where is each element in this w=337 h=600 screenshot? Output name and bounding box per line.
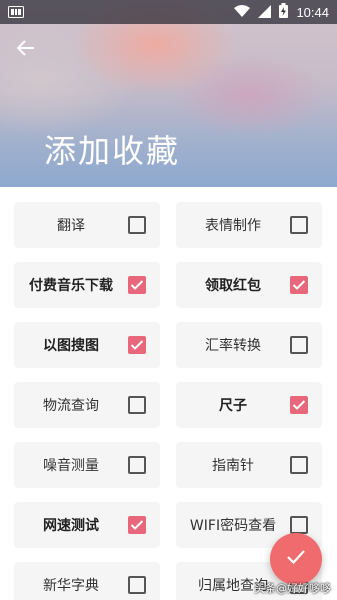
checkmark-icon: [292, 280, 306, 290]
page-title: 添加收藏: [44, 132, 181, 170]
wifi-icon: [234, 3, 251, 22]
confirm-button[interactable]: [270, 533, 322, 585]
checkbox-unchecked[interactable]: [128, 216, 146, 234]
checkbox-unchecked[interactable]: [290, 336, 308, 354]
favorite-item[interactable]: 物流查询: [14, 382, 160, 428]
favorite-item[interactable]: 以图搜图: [14, 322, 160, 368]
favorite-item[interactable]: 付费音乐下载: [14, 262, 160, 308]
favorite-item[interactable]: 表情制作: [176, 202, 322, 248]
favorite-item-label: 噪音测量: [43, 458, 99, 474]
signal-icon: [258, 3, 272, 22]
notification-icon: [8, 3, 24, 22]
checkbox-unchecked[interactable]: [290, 216, 308, 234]
checkmark-icon: [130, 280, 144, 290]
checkmark-icon: [292, 400, 306, 410]
favorite-item-label: 网速测试: [43, 518, 99, 534]
favorite-item[interactable]: 噪音测量: [14, 442, 160, 488]
favorite-item-label: 指南针: [212, 458, 254, 474]
checkbox-checked[interactable]: [128, 516, 146, 534]
favorite-item-label: 表情制作: [205, 218, 261, 234]
status-bar: 10:44: [0, 0, 337, 24]
favorite-item[interactable]: 领取红包: [176, 262, 322, 308]
favorite-item-label: 尺子: [219, 398, 247, 414]
checkmark-icon: [130, 520, 144, 530]
favorite-item[interactable]: 新华字典: [14, 562, 160, 600]
battery-charging-icon: [279, 2, 289, 22]
favorite-item-label: 新华字典: [43, 578, 99, 594]
checkmark-icon: [130, 340, 144, 350]
checkbox-unchecked[interactable]: [290, 456, 308, 474]
favorite-item[interactable]: 指南针: [176, 442, 322, 488]
favorite-item-label: 物流查询: [43, 398, 99, 414]
arrow-left-icon: [16, 40, 35, 60]
checkbox-checked[interactable]: [128, 276, 146, 294]
favorite-item[interactable]: 网速测试: [14, 502, 160, 548]
back-button[interactable]: [14, 38, 38, 62]
favorite-item-label: 翻译: [57, 218, 85, 234]
checkbox-unchecked[interactable]: [128, 456, 146, 474]
favorite-item[interactable]: 尺子: [176, 382, 322, 428]
favorite-item-label: 以图搜图: [43, 338, 99, 354]
watermark: 头条@好好哆哆: [254, 582, 331, 595]
status-time: 10:44: [296, 4, 329, 20]
checkbox-unchecked[interactable]: [290, 516, 308, 534]
favorite-item-label: 付费音乐下载: [29, 278, 113, 294]
favorite-item[interactable]: 翻译: [14, 202, 160, 248]
favorite-item-label: 汇率转换: [205, 338, 261, 354]
favorite-item-label: WIFI密码查看: [189, 518, 277, 534]
checkbox-checked[interactable]: [128, 336, 146, 354]
favorite-item-label: 领取红包: [205, 278, 261, 294]
checkbox-checked[interactable]: [290, 276, 308, 294]
checkbox-checked[interactable]: [290, 396, 308, 414]
checkbox-unchecked[interactable]: [128, 576, 146, 594]
checkbox-unchecked[interactable]: [128, 396, 146, 414]
header: 10:44 添加收藏: [0, 0, 337, 187]
favorite-item[interactable]: 汇率转换: [176, 322, 322, 368]
check-icon: [286, 549, 306, 569]
